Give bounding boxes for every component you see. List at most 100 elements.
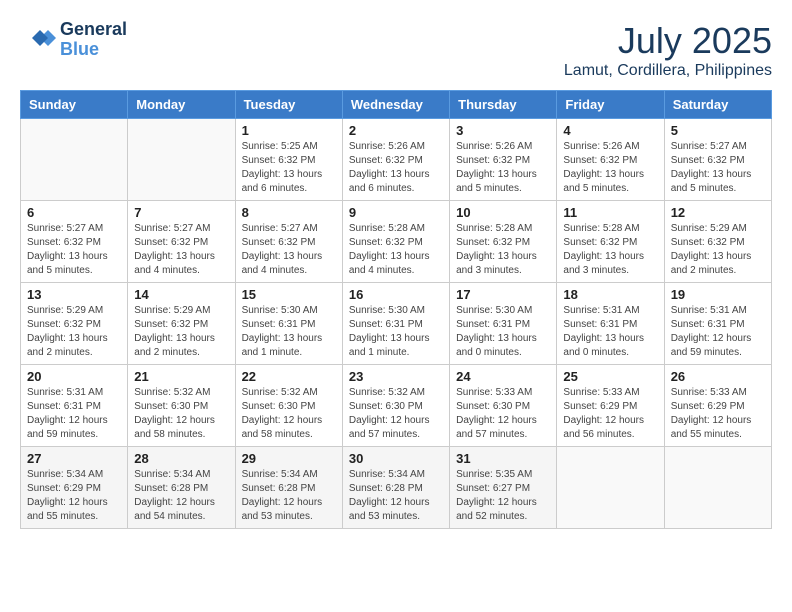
day-number: 2 <box>349 123 443 138</box>
header: General Blue July 2025 Lamut, Cordillera… <box>20 20 772 80</box>
day-number: 10 <box>456 205 550 220</box>
weekday-header-thursday: Thursday <box>450 91 557 119</box>
day-info: Sunrise: 5:29 AM Sunset: 6:32 PM Dayligh… <box>27 304 121 360</box>
day-number: 22 <box>242 369 336 384</box>
calendar-cell: 26 Sunrise: 5:33 AM Sunset: 6:29 PM Dayli… <box>664 365 771 447</box>
day-number: 13 <box>27 287 121 302</box>
calendar-cell: 17 Sunrise: 5:30 AM Sunset: 6:31 PM Dayli… <box>450 283 557 365</box>
day-number: 30 <box>349 451 443 466</box>
week-row-4: 20 Sunrise: 5:31 AM Sunset: 6:31 PM Dayli… <box>21 365 772 447</box>
day-info: Sunrise: 5:31 AM Sunset: 6:31 PM Dayligh… <box>563 304 657 360</box>
day-number: 7 <box>134 205 228 220</box>
calendar-cell: 5 Sunrise: 5:27 AM Sunset: 6:32 PM Daylig… <box>664 119 771 201</box>
weekday-header-saturday: Saturday <box>664 91 771 119</box>
day-info: Sunrise: 5:25 AM Sunset: 6:32 PM Dayligh… <box>242 140 336 196</box>
calendar-cell: 15Sunrise: 5:30 AM Sunset: 6:31 PM Dayli… <box>235 283 342 365</box>
calendar-cell: 12 Sunrise: 5:29 AM Sunset: 6:32 PM Dayli… <box>664 201 771 283</box>
calendar-cell: 10 Sunrise: 5:28 AM Sunset: 6:32 PM Dayli… <box>450 201 557 283</box>
day-info: Sunrise: 5:34 AM Sunset: 6:28 PM Dayligh… <box>349 468 443 524</box>
day-number: 14 <box>134 287 228 302</box>
calendar-cell: 9Sunrise: 5:28 AM Sunset: 6:32 PM Daylig… <box>342 201 449 283</box>
day-number: 18 <box>563 287 657 302</box>
calendar-cell: 16Sunrise: 5:30 AM Sunset: 6:31 PM Dayli… <box>342 283 449 365</box>
day-number: 4 <box>563 123 657 138</box>
day-info: Sunrise: 5:32 AM Sunset: 6:30 PM Dayligh… <box>349 386 443 442</box>
day-info: Sunrise: 5:27 AM Sunset: 6:32 PM Dayligh… <box>671 140 765 196</box>
day-info: Sunrise: 5:33 AM Sunset: 6:30 PM Dayligh… <box>456 386 550 442</box>
calendar-cell <box>128 119 235 201</box>
calendar-cell: 24 Sunrise: 5:33 AM Sunset: 6:30 PM Dayli… <box>450 365 557 447</box>
day-info: Sunrise: 5:32 AM Sunset: 6:30 PM Dayligh… <box>242 386 336 442</box>
day-number: 31 <box>456 451 550 466</box>
day-number: 19 <box>671 287 765 302</box>
day-number: 23 <box>349 369 443 384</box>
day-info: Sunrise: 5:28 AM Sunset: 6:32 PM Dayligh… <box>456 222 550 278</box>
calendar-cell: 21 Sunrise: 5:32 AM Sunset: 6:30 PM Dayli… <box>128 365 235 447</box>
day-number: 5 <box>671 123 765 138</box>
calendar-cell: 8 Sunrise: 5:27 AM Sunset: 6:32 PM Daylig… <box>235 201 342 283</box>
week-row-1: 1 Sunrise: 5:25 AM Sunset: 6:32 PM Daylig… <box>21 119 772 201</box>
week-row-5: 27 Sunrise: 5:34 AM Sunset: 6:29 PM Dayli… <box>21 447 772 529</box>
day-info: Sunrise: 5:27 AM Sunset: 6:32 PM Dayligh… <box>242 222 336 278</box>
day-number: 8 <box>242 205 336 220</box>
calendar-cell: 25 Sunrise: 5:33 AM Sunset: 6:29 PM Dayli… <box>557 365 664 447</box>
calendar-cell <box>664 447 771 529</box>
calendar-cell: 27 Sunrise: 5:34 AM Sunset: 6:29 PM Dayli… <box>21 447 128 529</box>
day-info: Sunrise: 5:33 AM Sunset: 6:29 PM Dayligh… <box>563 386 657 442</box>
calendar: SundayMondayTuesdayWednesdayThursdayFrid… <box>20 90 772 529</box>
calendar-cell: 3Sunrise: 5:26 AM Sunset: 6:32 PM Daylig… <box>450 119 557 201</box>
calendar-cell: 20 Sunrise: 5:31 AM Sunset: 6:31 PM Dayli… <box>21 365 128 447</box>
calendar-cell: 28Sunrise: 5:34 AM Sunset: 6:28 PM Dayli… <box>128 447 235 529</box>
day-info: Sunrise: 5:28 AM Sunset: 6:32 PM Dayligh… <box>563 222 657 278</box>
day-info: Sunrise: 5:29 AM Sunset: 6:32 PM Dayligh… <box>671 222 765 278</box>
day-info: Sunrise: 5:33 AM Sunset: 6:29 PM Dayligh… <box>671 386 765 442</box>
day-number: 28 <box>134 451 228 466</box>
day-info: Sunrise: 5:34 AM Sunset: 6:28 PM Dayligh… <box>242 468 336 524</box>
calendar-cell: 29 Sunrise: 5:34 AM Sunset: 6:28 PM Dayli… <box>235 447 342 529</box>
location-title: Lamut, Cordillera, Philippines <box>564 62 772 80</box>
day-info: Sunrise: 5:30 AM Sunset: 6:31 PM Dayligh… <box>242 304 336 360</box>
weekday-header-tuesday: Tuesday <box>235 91 342 119</box>
weekday-header-monday: Monday <box>128 91 235 119</box>
calendar-cell <box>557 447 664 529</box>
day-number: 26 <box>671 369 765 384</box>
day-info: Sunrise: 5:30 AM Sunset: 6:31 PM Dayligh… <box>349 304 443 360</box>
day-info: Sunrise: 5:29 AM Sunset: 6:32 PM Dayligh… <box>134 304 228 360</box>
day-number: 17 <box>456 287 550 302</box>
weekday-header-wednesday: Wednesday <box>342 91 449 119</box>
calendar-cell: 23 Sunrise: 5:32 AM Sunset: 6:30 PM Dayli… <box>342 365 449 447</box>
calendar-cell: 30 Sunrise: 5:34 AM Sunset: 6:28 PM Dayli… <box>342 447 449 529</box>
calendar-cell: 13 Sunrise: 5:29 AM Sunset: 6:32 PM Dayli… <box>21 283 128 365</box>
logo-line1: General <box>60 20 127 40</box>
day-info: Sunrise: 5:27 AM Sunset: 6:32 PM Dayligh… <box>27 222 121 278</box>
logo-line2: Blue <box>60 40 127 60</box>
day-info: Sunrise: 5:30 AM Sunset: 6:31 PM Dayligh… <box>456 304 550 360</box>
calendar-cell: 4 Sunrise: 5:26 AM Sunset: 6:32 PM Daylig… <box>557 119 664 201</box>
day-number: 29 <box>242 451 336 466</box>
day-info: Sunrise: 5:26 AM Sunset: 6:32 PM Dayligh… <box>349 140 443 196</box>
weekday-header-friday: Friday <box>557 91 664 119</box>
calendar-cell <box>21 119 128 201</box>
weekday-header-sunday: Sunday <box>21 91 128 119</box>
day-number: 21 <box>134 369 228 384</box>
logo: General Blue <box>20 20 127 60</box>
month-title: July 2025 <box>564 20 772 62</box>
day-number: 27 <box>27 451 121 466</box>
logo-icon <box>20 26 56 54</box>
day-info: Sunrise: 5:26 AM Sunset: 6:32 PM Dayligh… <box>563 140 657 196</box>
calendar-cell: 11Sunrise: 5:28 AM Sunset: 6:32 PM Dayli… <box>557 201 664 283</box>
day-number: 9 <box>349 205 443 220</box>
day-number: 12 <box>671 205 765 220</box>
day-info: Sunrise: 5:31 AM Sunset: 6:31 PM Dayligh… <box>671 304 765 360</box>
day-number: 1 <box>242 123 336 138</box>
day-info: Sunrise: 5:31 AM Sunset: 6:31 PM Dayligh… <box>27 386 121 442</box>
weekday-header-row: SundayMondayTuesdayWednesdayThursdayFrid… <box>21 91 772 119</box>
day-info: Sunrise: 5:32 AM Sunset: 6:30 PM Dayligh… <box>134 386 228 442</box>
week-row-2: 6Sunrise: 5:27 AM Sunset: 6:32 PM Daylig… <box>21 201 772 283</box>
calendar-cell: 18 Sunrise: 5:31 AM Sunset: 6:31 PM Dayli… <box>557 283 664 365</box>
day-number: 20 <box>27 369 121 384</box>
day-number: 25 <box>563 369 657 384</box>
week-row-3: 13 Sunrise: 5:29 AM Sunset: 6:32 PM Dayli… <box>21 283 772 365</box>
day-number: 24 <box>456 369 550 384</box>
day-info: Sunrise: 5:34 AM Sunset: 6:29 PM Dayligh… <box>27 468 121 524</box>
